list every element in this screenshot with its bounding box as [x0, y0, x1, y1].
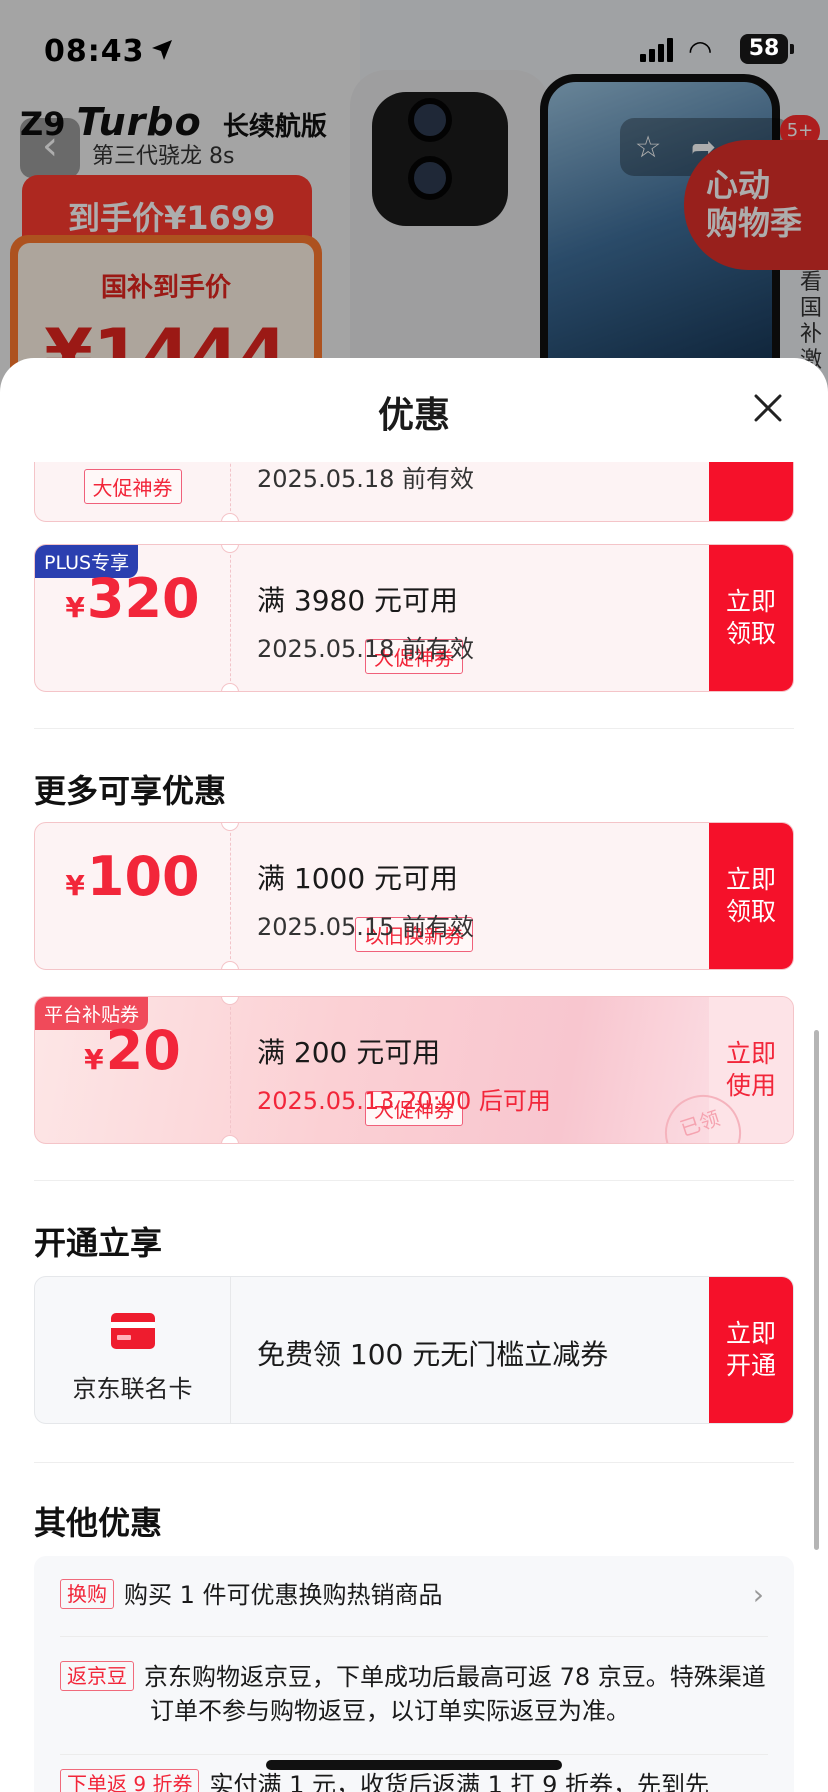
coupon-card: 大促神券 2025.05.18 前有效 领取 — [34, 462, 794, 522]
cellular-signal-icon — [640, 38, 673, 62]
coupon-notch — [221, 545, 239, 553]
coupon-notch — [221, 997, 239, 1005]
offer-text: 京东购物返京豆，下单成功后最高可返 78 京豆。特殊渠道订单不参与购物返豆，以订… — [144, 1663, 766, 1725]
section-divider — [34, 1462, 794, 1463]
coupon-amount: ¥20 — [35, 1023, 230, 1088]
offer-text: 购买 1 件可优惠换购热销商品 — [124, 1581, 443, 1609]
coupon-condition: 满 3980 元可用 — [257, 584, 459, 617]
section-divider — [34, 728, 794, 729]
coupon-card: ¥100 以旧换新券 满 1000 元可用 2025.05.15 前有效 立即领… — [34, 822, 794, 970]
other-offers-list: 换购 购买 1 件可优惠换购热销商品 › 返京豆 京东购物返京豆，下单成功后最高可返… — [34, 1556, 794, 1792]
wifi-icon: ◠ — [688, 34, 713, 67]
jd-card-offer: 京东联名卡 免费领 100 元无门槛立减券 立即开通 — [34, 1276, 794, 1424]
location-arrow-icon — [152, 40, 172, 60]
battery-indicator: 58 — [740, 34, 794, 64]
use-button-label: 立即使用 — [725, 1039, 776, 1100]
coupon-condition: 满 200 元可用 — [257, 1036, 441, 1069]
coupon-divider — [230, 823, 231, 969]
offer-tag: 下单返 9 折券 — [60, 1769, 200, 1792]
home-indicator — [266, 1760, 562, 1770]
other-offer-item[interactable]: 换购 购买 1 件可优惠换购热销商品 — [60, 1578, 780, 1612]
offers-sheet: 优惠 大促神券 2025.05.18 前有效 领取 PLUS专享 ¥320 大促… — [0, 358, 828, 1792]
jd-card-description: 免费领 100 元无门槛立减券 — [257, 1338, 609, 1371]
claim-coupon-button[interactable]: 领取 — [709, 462, 793, 521]
coupon-card: PLUS专享 ¥320 大促神券 满 3980 元可用 2025.05.18 前… — [34, 544, 794, 692]
claim-coupon-button[interactable]: 立即领取 — [709, 545, 793, 691]
clock: 08:43 — [44, 34, 145, 69]
coupon-notch — [221, 1135, 239, 1143]
coupon-notch — [221, 961, 239, 969]
coupon-value: 320 — [86, 567, 200, 630]
coupon-validity: 2025.05.13 20:00 后可用 — [257, 1087, 551, 1115]
coupon-value: 20 — [105, 1019, 181, 1082]
coupon-validity: 2025.05.18 前有效 — [257, 635, 475, 663]
scrollbar[interactable] — [814, 1030, 819, 1550]
open-button-label: 立即开通 — [725, 1319, 776, 1380]
coupon-divider — [230, 545, 231, 691]
offer-text: 实付满 1 元，收货后返满 1 打 9 折券，先到先 — [209, 1771, 710, 1792]
other-offer-item: 返京豆 京东购物返京豆，下单成功后最高可返 78 京豆。特殊渠道订单不参与购物返豆… — [60, 1660, 780, 1728]
row-divider — [60, 1636, 768, 1637]
coupon-value: 100 — [86, 845, 200, 908]
claimed-stamp-text: 已领 — [677, 1105, 723, 1142]
row-divider — [60, 1754, 768, 1755]
claim-button-label: 立即领取 — [725, 587, 776, 648]
coupon-notch — [221, 683, 239, 691]
coupon-validity: 2025.05.15 前有效 — [257, 913, 475, 941]
status-bar: 08:43 ◠ 58 — [0, 30, 828, 74]
currency-symbol: ¥ — [84, 1043, 104, 1076]
chevron-right-icon[interactable]: › — [753, 1578, 764, 1611]
jd-card-name: 京东联名卡 — [72, 1375, 193, 1403]
open-card-button[interactable]: 立即开通 — [709, 1277, 793, 1423]
offer-tag: 返京豆 — [60, 1661, 134, 1691]
coupon-divider — [230, 997, 231, 1143]
currency-symbol: ¥ — [65, 591, 85, 624]
coupon-amount: ¥100 — [35, 849, 230, 914]
coupon-validity: 2025.05.18 前有效 — [257, 465, 475, 493]
credit-card-icon — [111, 1313, 155, 1349]
section-heading-open: 开通立享 — [34, 1224, 163, 1262]
coupon-amount: ¥320 — [35, 571, 230, 636]
claim-button-label: 立即领取 — [725, 865, 776, 926]
sheet-title: 优惠 — [377, 395, 450, 436]
coupon-condition: 满 1000 元可用 — [257, 862, 459, 895]
section-heading-other: 其他优惠 — [34, 1504, 163, 1542]
claim-coupon-button[interactable]: 立即领取 — [709, 823, 793, 969]
card-divider — [230, 1277, 231, 1423]
currency-symbol: ¥ — [65, 869, 85, 902]
coupon-amount-panel: 大促神券 — [35, 462, 230, 521]
section-heading-more-offers: 更多可享优惠 — [34, 772, 227, 810]
coupon-notch — [221, 513, 239, 521]
other-offer-item: 下单返 9 折券 实付满 1 元，收货后返满 1 打 9 折券，先到先 — [60, 1768, 780, 1792]
close-icon[interactable] — [748, 388, 788, 428]
offer-tag: 换购 — [60, 1579, 114, 1609]
coupon-tag: 大促神券 — [83, 469, 182, 504]
coupon-notch — [221, 823, 239, 831]
offers-scroll-area[interactable]: 大促神券 2025.05.18 前有效 领取 PLUS专享 ¥320 大促神券 … — [0, 462, 828, 1792]
coupon-card: 平台补贴券 ¥20 大促神券 满 200 元可用 2025.05.13 20:0… — [34, 996, 794, 1144]
section-divider — [34, 1180, 794, 1181]
